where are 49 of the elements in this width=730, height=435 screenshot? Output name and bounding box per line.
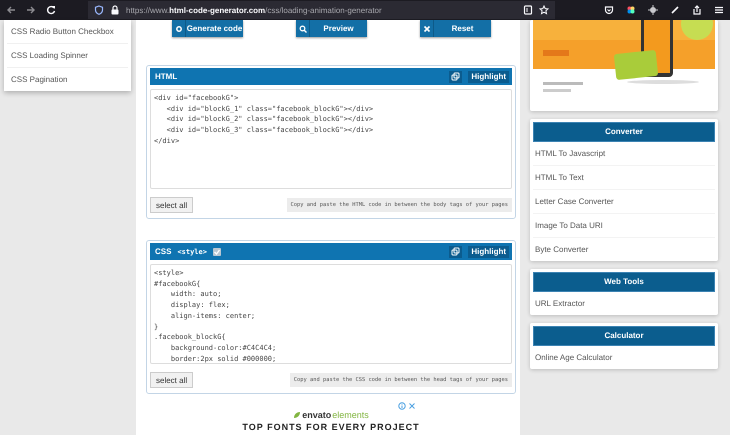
copy-icon (451, 247, 460, 256)
card-title: Converter (533, 122, 715, 142)
sidebar-link[interactable]: HTML To Text (533, 165, 715, 189)
info-icon[interactable] (398, 402, 406, 410)
close-icon[interactable] (408, 402, 416, 410)
check-icon (212, 248, 221, 256)
lock-icon (110, 5, 120, 15)
action-button[interactable]: Generate code (172, 20, 243, 37)
color-wheel-icon[interactable] (626, 5, 636, 15)
action-button[interactable]: Reset (420, 20, 491, 37)
pocket-icon[interactable] (604, 5, 614, 15)
menu-item[interactable]: CSS Radio Button Checkbox (7, 20, 128, 43)
panel-title: HTML (155, 72, 178, 81)
sidebar-link[interactable]: Online Age Calculator (533, 346, 715, 369)
url-text: https://www.html-code-generator.com/css/loading-animation-generator (126, 6, 382, 14)
reader-view-icon[interactable] (523, 5, 533, 15)
reload-icon[interactable] (46, 5, 56, 15)
menu-item[interactable]: CSS Loading Spinner (7, 43, 128, 67)
forward-icon[interactable] (26, 5, 36, 15)
sidebar-link[interactable]: Letter Case Converter (533, 189, 715, 213)
select-all-button[interactable]: select all (150, 197, 194, 213)
back-icon[interactable] (6, 5, 16, 15)
sidebar-link[interactable]: URL Extractor (533, 292, 715, 315)
highlight-button[interactable]: Highlight (468, 246, 509, 258)
checkbox[interactable] (212, 248, 221, 256)
leaf-icon (293, 411, 302, 419)
ad-headline: TOP FONTS FOR EVERY PROJECT (242, 422, 420, 432)
search-icon (298, 24, 306, 32)
menu-icon[interactable] (714, 5, 724, 15)
action-button[interactable]: Preview (296, 20, 367, 37)
share-icon[interactable] (692, 5, 702, 15)
card-title: Web Tools (533, 272, 715, 292)
card-title: Calculator (533, 326, 715, 346)
copy-button[interactable] (449, 70, 462, 82)
highlight-button[interactable]: Highlight (468, 70, 509, 82)
select-all-button[interactable]: select all (150, 372, 194, 388)
menu-item[interactable]: CSS Pagination (7, 67, 128, 91)
gear-icon (174, 24, 182, 32)
address-bar[interactable]: https://www.html-code-generator.com/css/loading-animation-generator (88, 1, 555, 19)
sidebar-link[interactable]: HTML To Javascript (533, 142, 715, 165)
panel-title: CSS (155, 247, 172, 256)
copy-button[interactable] (449, 246, 462, 258)
star-icon[interactable] (539, 5, 549, 15)
close-icon (422, 24, 430, 32)
shield-icon (94, 5, 104, 15)
ad-logo[interactable]: envatoelements (293, 410, 369, 420)
sidebar-link[interactable]: Image To Data URI (533, 213, 715, 237)
sidebar-link[interactable]: Byte Converter (533, 237, 715, 261)
copy-icon (451, 72, 460, 81)
